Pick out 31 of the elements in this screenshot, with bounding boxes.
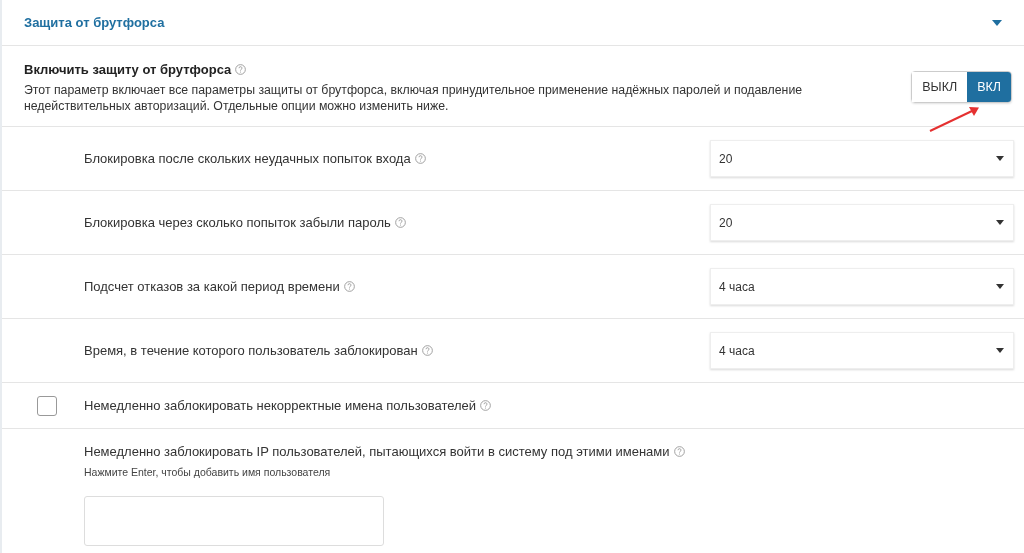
help-icon[interactable] bbox=[480, 399, 492, 411]
help-icon[interactable] bbox=[421, 344, 433, 356]
setting-label: Время, в течение которого пользователь заблокирован bbox=[84, 342, 418, 358]
option-title: Включить защиту от брутфорса bbox=[24, 62, 232, 77]
toggle-option[interactable]: ВКЛ bbox=[967, 72, 1011, 102]
help-icon[interactable] bbox=[394, 216, 406, 228]
section-title: Защита от брутфорса bbox=[24, 13, 165, 32]
caret-icon bbox=[996, 348, 1004, 353]
caret-icon bbox=[996, 156, 1004, 161]
select-field[interactable]: 4 часа bbox=[710, 332, 1014, 369]
toggle-option[interactable]: ВЫКЛ bbox=[912, 72, 968, 102]
help-icon[interactable] bbox=[673, 446, 685, 457]
select-field[interactable]: 20 bbox=[710, 140, 1014, 177]
annotation-arrow bbox=[928, 106, 980, 133]
caret-icon bbox=[996, 220, 1004, 225]
setting-label: Блокировка после скольких неудачных попыток входа bbox=[84, 150, 411, 166]
checkbox[interactable] bbox=[37, 395, 57, 416]
help-icon[interactable] bbox=[235, 64, 247, 75]
setting-label: Немедленно заблокировать IP пользователей, пытающихся войти в систему под этими именами bbox=[84, 444, 670, 459]
caret-icon bbox=[996, 284, 1004, 289]
setting-label: Подсчет отказов за какой период времени bbox=[84, 278, 340, 294]
caret-icon[interactable] bbox=[992, 19, 1002, 26]
setting-label: Немедленно заблокировать некорректные имена пользователей bbox=[84, 397, 477, 413]
select-field[interactable]: 4 часа bbox=[710, 268, 1014, 305]
hint-text: Нажмите Enter, чтобы добавить имя пользователя bbox=[84, 464, 332, 480]
help-icon[interactable] bbox=[414, 152, 426, 164]
option-description: Этот параметр включает все параметры защиты от брутфорса, включая принудительное применение надёжных паролей и подавление недействительных авторизаций. Отдельные опции можно изменить ниже. bbox=[24, 81, 804, 115]
help-icon[interactable] bbox=[343, 280, 355, 292]
setting-label: Блокировка через сколько попыток забыли пароль bbox=[84, 214, 391, 230]
usernames-field[interactable] bbox=[84, 496, 384, 547]
select-field[interactable]: 20 bbox=[710, 204, 1014, 241]
